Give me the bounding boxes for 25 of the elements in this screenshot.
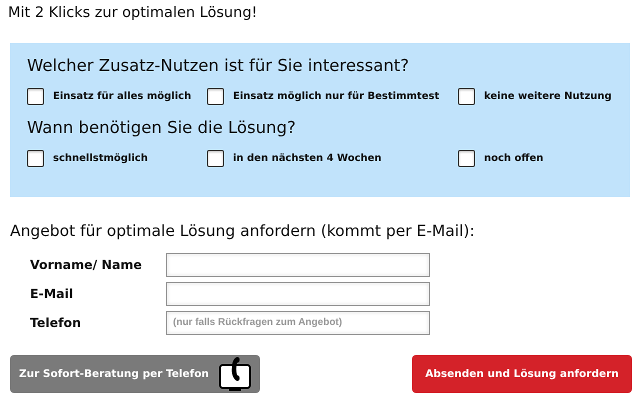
question-text: Welcher Zusatz-Nutzen ist für Sie interessant? [27, 55, 410, 77]
checkbox[interactable] [207, 150, 224, 166]
phone-monitor-icon [216, 356, 253, 392]
form-heading: Angebot für optimale Lösung anfordern (kommt per E-Mail): [10, 222, 476, 242]
input-field[interactable] [166, 282, 430, 306]
phone-consult-button[interactable]: Zur Sofort-Beratung per Telefon [10, 355, 260, 393]
checkbox[interactable] [458, 150, 475, 166]
option-label: Einsatz für alles möglich [53, 90, 192, 102]
submit-button[interactable]: Absenden und Lösung anfordern [412, 355, 632, 393]
question-text: Wann benötigen Sie die Lösung? [27, 117, 297, 139]
checkbox[interactable] [207, 88, 224, 104]
option-label: in den nächsten 4 Wochen [233, 152, 382, 164]
input-field[interactable] [166, 252, 430, 276]
input-field[interactable]: (nur falls Rückfragen zum Angebot) [166, 310, 430, 334]
option-label: Einsatz möglich nur für Bestimmtest [233, 90, 440, 102]
checkbox[interactable] [27, 150, 44, 166]
page-title: Mit 2 Klicks zur optimalen Lösung! [8, 4, 258, 23]
option-label: noch offen [484, 152, 544, 164]
checkbox[interactable] [27, 88, 44, 104]
checkbox[interactable] [458, 88, 475, 104]
field-label: E-Mail [30, 286, 74, 301]
field-label: Vorname/ Name [30, 257, 143, 272]
option-label: keine weitere Nutzung [484, 90, 612, 102]
field-label: Telefon [30, 315, 82, 330]
option-label: schnellstmöglich [53, 152, 148, 164]
